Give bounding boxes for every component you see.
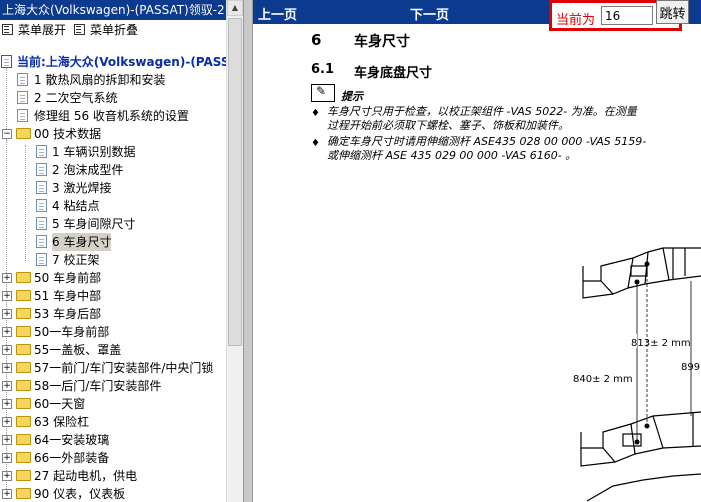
expand-toggle-icon[interactable]: + [2, 489, 12, 499]
expand-toggle-icon[interactable]: + [2, 471, 12, 481]
tree-root[interactable]: 当前:上海大众(Volkswagen)-(PASSAT) [0, 53, 226, 71]
expand-toggle-icon[interactable]: + [2, 273, 12, 283]
folder-icon [16, 308, 31, 319]
book-icon [1, 55, 12, 68]
tree-line [25, 145, 26, 261]
menu-expand-label: 菜单展开 [18, 23, 67, 37]
paragraph-line: 过程开始前必须取下螺栓、塞子、饰板和加装件。 [327, 119, 569, 132]
expand-toggle-icon[interactable]: + [2, 309, 12, 319]
expand-toggle-icon[interactable]: + [2, 363, 12, 373]
document-icon [36, 199, 47, 212]
document-icon [36, 235, 47, 248]
page-number-input[interactable] [601, 6, 653, 25]
folder-icon [16, 272, 31, 283]
subsection-title: 车身底盘尺寸 [354, 66, 433, 81]
next-page-link[interactable]: 下一页 [410, 4, 449, 23]
left-pane: 上海大众(Volkswagen)-(PASSAT)领驭-2 菜单展开 菜单折叠 … [0, 0, 243, 502]
current-page-label: 当前为 [556, 13, 596, 28]
folder-icon [16, 470, 31, 481]
folder-icon [16, 362, 31, 373]
folder-icon [16, 344, 31, 355]
menu-collapse-label: 菜单折叠 [90, 23, 139, 37]
expand-toggle-icon[interactable]: + [2, 381, 12, 391]
dimension-899: 899 [681, 362, 700, 373]
go-button[interactable]: 跳转 [656, 0, 689, 24]
document-icon [36, 253, 47, 266]
subsection-number: 6.1 [311, 62, 335, 77]
folder-icon [16, 326, 31, 337]
document-icon [17, 91, 28, 104]
folder-icon [16, 416, 31, 427]
expand-toggle-icon[interactable]: + [2, 417, 12, 427]
hint-label: 提示 [341, 90, 363, 103]
document-icon [36, 217, 47, 230]
document-icon [17, 109, 28, 122]
tree-root-label: 当前:上海大众(Volkswagen)-(PASSAT) [17, 55, 226, 69]
menu-bar: 菜单展开 菜单折叠 [0, 20, 226, 40]
prev-page-link[interactable]: 上一页 [258, 4, 297, 23]
folder-icon [16, 398, 31, 409]
dimension-840: 840± 2 mm [573, 374, 633, 385]
expand-toggle-icon[interactable]: + [2, 345, 12, 355]
expand-toggle-icon[interactable]: + [2, 327, 12, 337]
document-icon [36, 145, 47, 158]
bullet-icon: ♦ [311, 138, 320, 149]
section-number: 6 [311, 31, 322, 49]
document-icon [36, 163, 47, 176]
left-pane-title: 上海大众(Volkswagen)-(PASSAT)领驭-2 [0, 0, 243, 20]
list-icon [74, 24, 85, 35]
scrollbar-thumb[interactable] [228, 18, 242, 346]
folder-icon [16, 488, 31, 499]
chassis-drawing: 813± 2 mm 840± 2 mm 899 [573, 247, 701, 502]
hint-icon [311, 84, 335, 102]
folder-icon [16, 452, 31, 463]
scroll-up-icon[interactable]: ▲ [227, 0, 243, 16]
collapse-toggle-icon[interactable]: − [2, 129, 12, 139]
expand-toggle-icon[interactable]: + [2, 453, 12, 463]
list-icon [2, 24, 13, 35]
folder-icon [16, 290, 31, 301]
paragraph-line: 或伸缩测杆 ASE 435 029 00 000 -VAS 6160- 。 [327, 149, 577, 162]
expand-toggle-icon[interactable]: + [2, 399, 12, 409]
tree-scrollbar[interactable]: ▲ [226, 0, 243, 502]
paragraph-line: 确定车身尺寸时请用伸缩测杆 ASE435 028 00 000 -VAS 515… [327, 135, 647, 148]
folder-open-icon [16, 128, 31, 139]
section-title: 车身尺寸 [354, 34, 410, 50]
menu-expand-button[interactable]: 菜单展开 [2, 20, 66, 40]
pane-splitter[interactable] [243, 0, 253, 502]
paragraph-line: 车身尺寸只用于检查，以校正架组件 -VAS 5022- 为准。在测量 [327, 105, 637, 118]
tree-view: 当前:上海大众(Volkswagen)-(PASSAT) 1 散热风扇的拆卸和安… [0, 53, 226, 502]
document-icon [36, 181, 47, 194]
menu-collapse-button[interactable]: 菜单折叠 [74, 20, 138, 40]
bullet-icon: ♦ [311, 108, 320, 119]
expand-toggle-icon[interactable]: + [2, 435, 12, 445]
document-pane: 上一页 下一页 当前为 跳转 6 车身尺寸 6.1 车身底盘尺寸 提示 ♦ 车身… [253, 0, 701, 502]
dimension-813: 813± 2 mm [631, 338, 691, 349]
folder-icon [16, 380, 31, 391]
document-icon [17, 73, 28, 86]
folder-icon [16, 434, 31, 445]
expand-toggle-icon[interactable]: + [2, 291, 12, 301]
